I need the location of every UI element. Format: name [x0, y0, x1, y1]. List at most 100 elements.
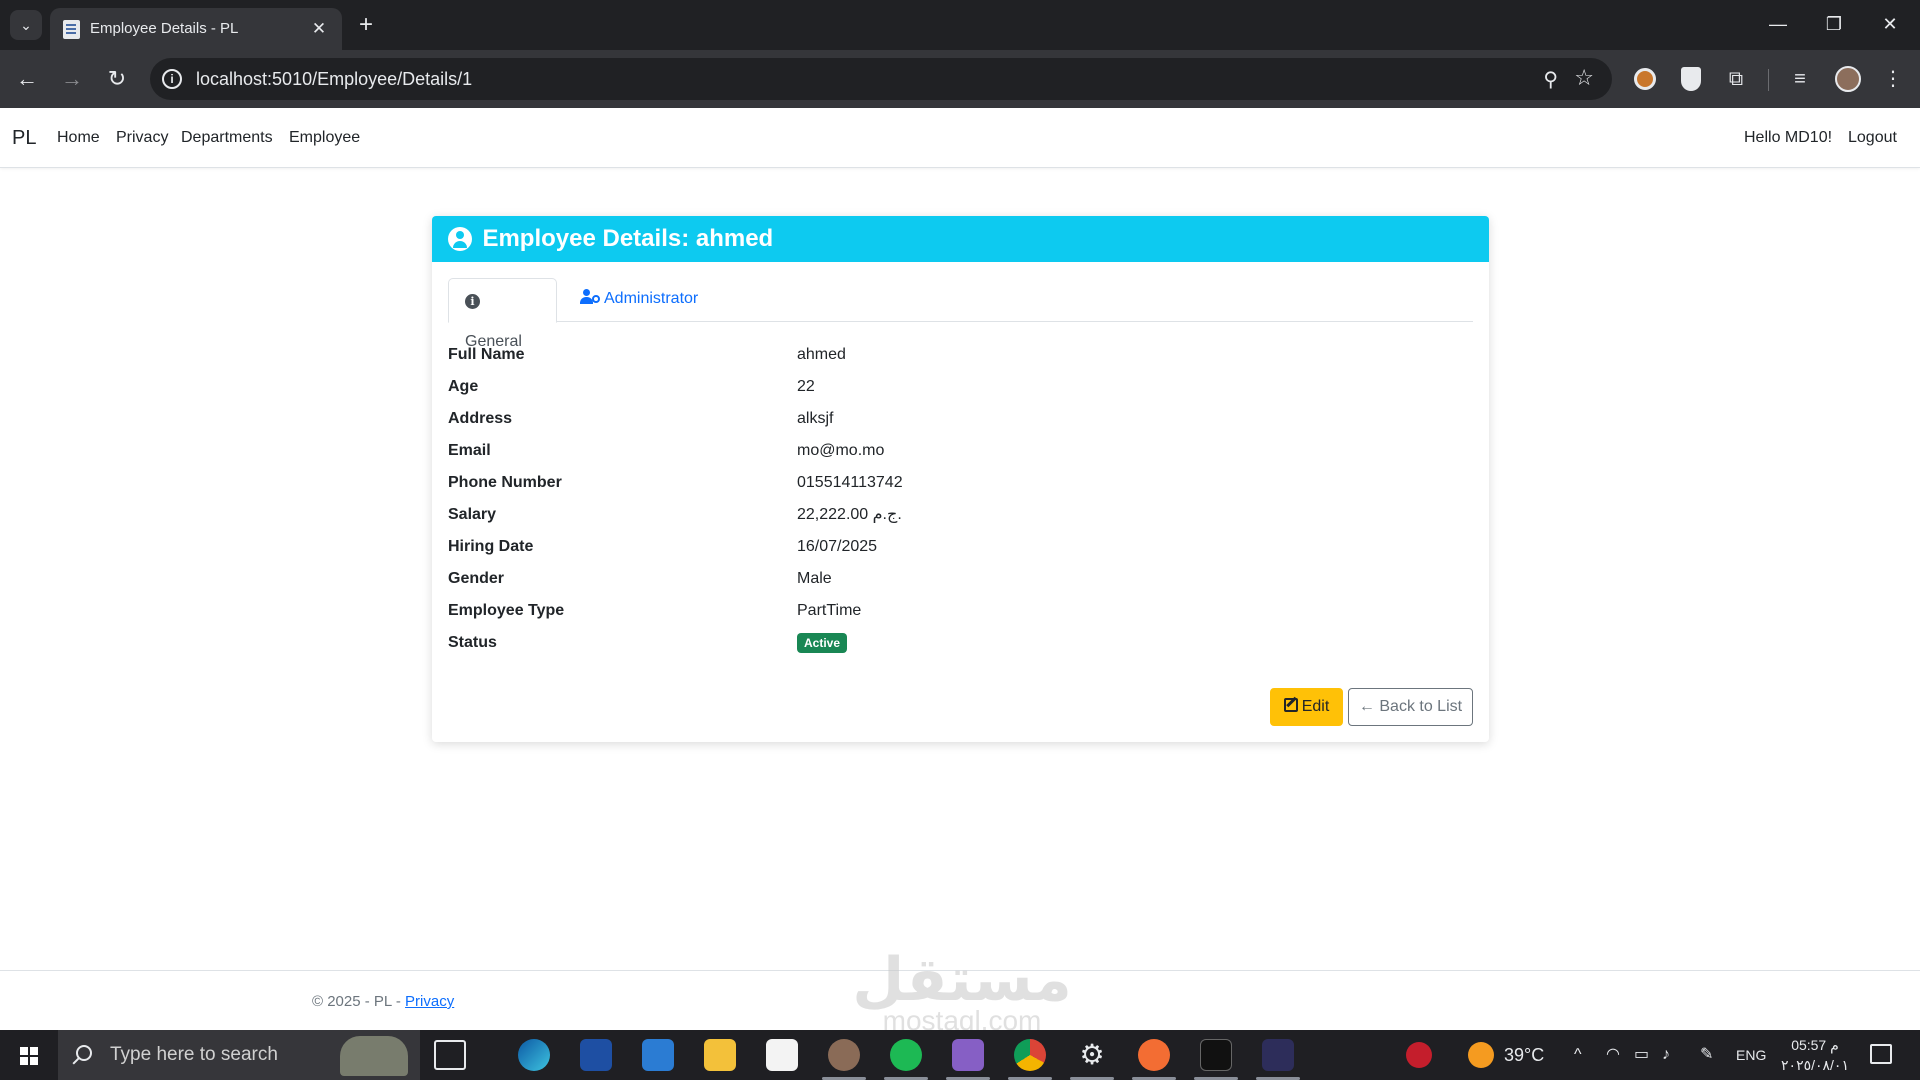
browser-toolbar: ← → ↻ i localhost:5010/Employee/Details/… — [0, 50, 1920, 108]
start-button[interactable] — [0, 1030, 58, 1080]
nav-employee[interactable]: Employee — [289, 108, 360, 168]
field-label: Email — [448, 442, 491, 459]
detail-row-address: Address alksjf — [448, 408, 1473, 440]
status-badge: Active — [797, 633, 848, 653]
detail-row-status: Status Active — [448, 632, 1473, 664]
address-bar[interactable]: i localhost:5010/Employee/Details/1 ⚲ ☆ — [150, 58, 1612, 100]
antivirus-app-icon[interactable] — [580, 1039, 612, 1071]
field-value: mo@mo.mo — [797, 442, 885, 459]
footer-privacy-link[interactable]: Privacy — [405, 993, 454, 1010]
spotify-icon[interactable] — [890, 1039, 922, 1071]
back-arrow-icon[interactable]: ← — [12, 64, 42, 94]
forward-arrow-icon[interactable]: → — [57, 64, 87, 94]
tab-administrator-label: Administrator — [604, 290, 699, 307]
windows-taskbar: Type here to search ⚙ 39°C ^ ◠ ▭ ♪ ✎ ENG… — [0, 1030, 1920, 1080]
battery-icon[interactable]: ▭ — [1634, 1030, 1649, 1080]
minimize-icon[interactable]: — — [1750, 0, 1806, 50]
browser-tab[interactable]: Employee Details - PL ✕ — [50, 8, 342, 50]
profile-app-icon[interactable] — [828, 1039, 860, 1071]
network-icon[interactable]: ◠ — [1606, 1030, 1620, 1080]
settings-gear-icon[interactable]: ⚙ — [1076, 1039, 1108, 1071]
show-hidden-icons-icon[interactable]: ^ — [1574, 1030, 1582, 1080]
visual-studio-icon[interactable] — [952, 1039, 984, 1071]
site-navbar: PL Home Privacy Departments Employee Hel… — [0, 108, 1920, 168]
field-label: Age — [448, 378, 479, 395]
new-tab-button[interactable]: + — [352, 10, 380, 40]
search-highlight-image — [340, 1036, 408, 1076]
edit-button[interactable]: Edit — [1270, 688, 1343, 726]
pen-icon[interactable]: ✎ — [1700, 1030, 1713, 1080]
postman-icon[interactable] — [1138, 1039, 1170, 1071]
language-indicator[interactable]: ENG — [1736, 1030, 1766, 1080]
bookmark-star-icon[interactable]: ☆ — [1574, 65, 1594, 91]
browser-menu-icon[interactable]: ⋮ — [1880, 66, 1906, 92]
edge-icon[interactable] — [518, 1039, 550, 1071]
restore-icon[interactable]: ❐ — [1806, 0, 1862, 50]
watermark-logo: مستقل mostaql.com — [852, 946, 1072, 1036]
page-icon — [63, 20, 80, 39]
logout-link[interactable]: Logout — [1848, 108, 1897, 168]
chrome-icon[interactable] — [1014, 1039, 1046, 1071]
nav-privacy[interactable]: Privacy — [116, 108, 168, 168]
weather-sun-icon[interactable] — [1468, 1042, 1494, 1068]
field-label: Phone Number — [448, 474, 562, 491]
footer-text: © 2025 - PL - Privacy — [312, 993, 454, 1010]
details-tabs: iGeneral Administrator — [448, 278, 1473, 350]
command-prompt-icon[interactable] — [1262, 1039, 1294, 1071]
edit-button-label: Edit — [1301, 698, 1330, 715]
profile-avatar[interactable] — [1835, 66, 1861, 92]
taskbar-search[interactable]: Type here to search — [58, 1030, 420, 1080]
notification-icon[interactable] — [1870, 1044, 1892, 1064]
field-label: Gender — [448, 570, 505, 587]
field-value: 22 — [797, 378, 815, 395]
volume-icon[interactable]: ♪ — [1662, 1030, 1670, 1080]
clock-date: ٢٠٢٥/٠٨/٠١ — [1781, 1057, 1849, 1073]
clock[interactable]: 05:57 م ٢٠٢٥/٠٨/٠١ — [1770, 1035, 1860, 1075]
info-icon: i — [465, 294, 480, 309]
field-label: Status — [448, 634, 497, 651]
nav-departments[interactable]: Departments — [181, 108, 273, 168]
back-to-list-button[interactable]: ← Back to List — [1348, 688, 1473, 726]
arrow-left-icon: ← — [1358, 698, 1380, 715]
shield-extension-icon[interactable] — [1681, 67, 1701, 91]
weather-temperature[interactable]: 39°C — [1504, 1030, 1544, 1080]
field-label: Full Name — [448, 346, 525, 363]
user-cog-icon — [580, 289, 600, 304]
url-text[interactable]: localhost:5010/Employee/Details/1 — [196, 58, 472, 100]
tray-app-icon[interactable] — [1406, 1042, 1432, 1068]
tab-title: Employee Details - PL — [90, 20, 239, 37]
footer-copyright: © 2025 - PL - — [312, 993, 406, 1010]
detail-row-phone: Phone Number 015514113742 — [448, 472, 1473, 504]
field-value: Active — [797, 632, 848, 654]
site-brand[interactable]: PL — [12, 108, 36, 168]
terminal-app-icon[interactable] — [1200, 1039, 1232, 1071]
card-header: Employee Details: ahmed — [432, 216, 1489, 262]
tab-general[interactable]: iGeneral — [448, 278, 557, 350]
user-greeting[interactable]: Hello MD10! — [1744, 108, 1832, 168]
media-control-icon[interactable]: ≡ — [1787, 66, 1813, 92]
field-value: alksjf — [797, 410, 834, 427]
microsoft-store-icon[interactable] — [766, 1039, 798, 1071]
task-view-icon[interactable] — [434, 1040, 466, 1070]
field-value: 015514113742 — [797, 474, 903, 491]
file-explorer-icon[interactable] — [704, 1039, 736, 1071]
mail-icon[interactable] — [642, 1039, 674, 1071]
detail-row-gender: Gender Male — [448, 568, 1473, 600]
site-info-icon[interactable]: i — [162, 69, 182, 89]
field-value: PartTime — [797, 602, 862, 619]
close-window-icon[interactable]: ✕ — [1862, 0, 1918, 50]
nav-home[interactable]: Home — [57, 108, 100, 168]
cookie-extension-icon[interactable] — [1634, 68, 1656, 90]
employee-details-card: Employee Details: ahmed iGeneral Adminis… — [432, 216, 1489, 742]
edit-icon — [1283, 698, 1298, 712]
clock-time: 05:57 م — [1791, 1037, 1839, 1053]
field-label: Salary — [448, 506, 497, 523]
extensions-puzzle-icon[interactable]: ⧉ — [1723, 66, 1749, 92]
close-tab-icon[interactable]: ✕ — [308, 18, 330, 40]
zoom-icon[interactable]: ⚲ — [1543, 67, 1558, 92]
tab-search-button[interactable]: ⌄ — [10, 10, 42, 40]
detail-row-salary: Salary 22,222.00 ج.م. — [448, 504, 1473, 536]
tab-administrator[interactable]: Administrator — [564, 278, 714, 322]
field-value: Male — [797, 570, 832, 587]
reload-icon[interactable]: ↻ — [102, 64, 132, 94]
